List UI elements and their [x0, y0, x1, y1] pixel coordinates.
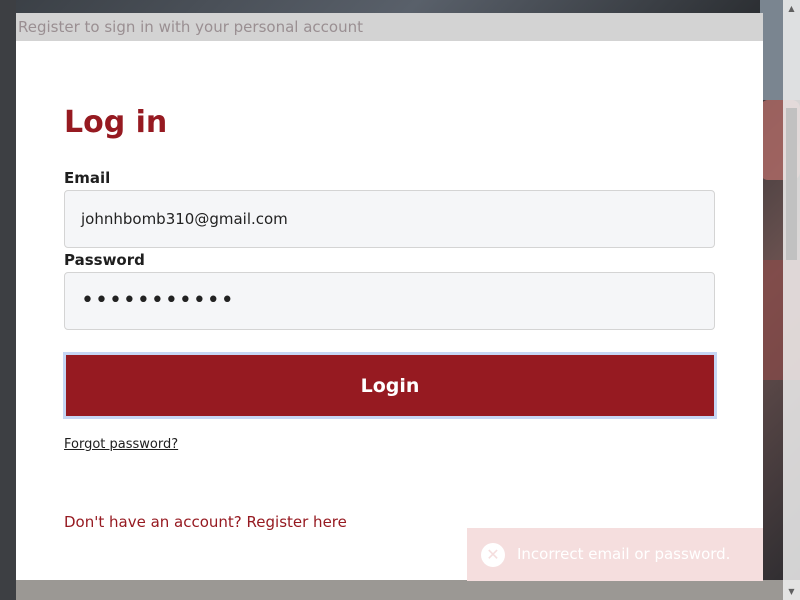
- card-header: Register to sign in with your personal a…: [16, 13, 763, 41]
- scrollbar[interactable]: ▲ ▼: [783, 0, 800, 600]
- error-x-icon: ✕: [481, 543, 505, 567]
- password-field[interactable]: •••••••••••: [64, 272, 715, 330]
- login-button[interactable]: Login: [63, 352, 717, 419]
- scroll-thumb[interactable]: [786, 108, 797, 260]
- email-label: Email: [64, 169, 111, 187]
- error-toast[interactable]: ✕ Incorrect email or password.: [467, 528, 763, 581]
- toast-message: Incorrect email or password.: [517, 545, 731, 563]
- email-field[interactable]: johnhbomb310@gmail.com: [64, 190, 715, 248]
- background-photo: [0, 580, 800, 600]
- login-card: Register to sign in with your personal a…: [16, 13, 763, 580]
- register-link[interactable]: Don't have an account? Register here: [64, 513, 347, 531]
- scroll-down-arrow-icon[interactable]: ▼: [783, 583, 800, 600]
- background-photo: [0, 0, 16, 600]
- scroll-up-arrow-icon[interactable]: ▲: [783, 0, 800, 17]
- password-label: Password: [64, 251, 145, 269]
- page-title: Log in: [64, 105, 168, 140]
- forgot-password-link[interactable]: Forgot password?: [64, 437, 178, 452]
